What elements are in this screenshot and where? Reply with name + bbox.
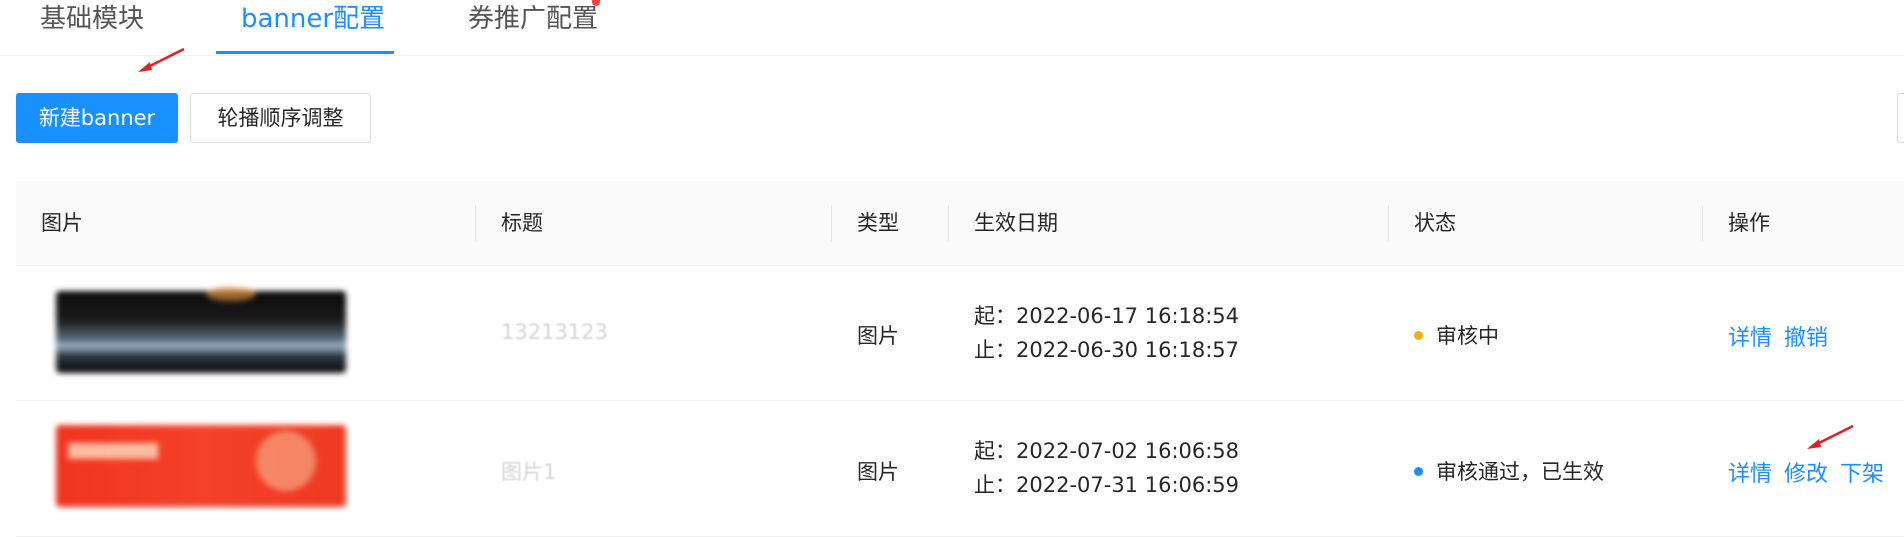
- notification-dot: [592, 0, 600, 6]
- column-header-type: 类型: [857, 211, 899, 235]
- status-text: 审核中: [1436, 324, 1499, 348]
- effective-date-range: 起：2022-07-02 16:06:58 止：2022-07-31 16:06…: [974, 434, 1239, 502]
- status-text: 审核通过，已生效: [1436, 460, 1604, 484]
- annotation-arrow-icon: [138, 47, 185, 72]
- tab-coupon-promo-config[interactable]: 券推广配置: [468, 0, 598, 54]
- start-date: 起：2022-07-02 16:06:58: [974, 439, 1240, 463]
- banner-title: 13213123: [501, 320, 608, 344]
- column-divider: [1388, 205, 1389, 241]
- take-down-link[interactable]: 下架: [1840, 456, 1884, 488]
- active-tab-indicator: [216, 51, 394, 54]
- table-header: 图片 标题 类型 生效日期 状态 操作: [16, 181, 1904, 266]
- detail-link[interactable]: 详情: [1728, 456, 1772, 488]
- tab-bar: 基础模块 banner配置 券推广配置: [0, 0, 1904, 56]
- annotation-arrow-icon: [1807, 424, 1854, 449]
- carousel-order-button[interactable]: 轮播顺序调整: [190, 93, 371, 143]
- column-header-title: 标题: [501, 211, 543, 235]
- edit-link[interactable]: 修改: [1784, 456, 1828, 488]
- banner-thumbnail: [56, 425, 346, 507]
- column-header-actions: 操作: [1728, 211, 1770, 235]
- status-dot: [1414, 467, 1423, 476]
- tab-banner-config[interactable]: banner配置: [241, 0, 385, 54]
- column-divider: [475, 205, 476, 241]
- column-header-status: 状态: [1414, 211, 1456, 235]
- column-divider: [1702, 205, 1703, 241]
- revoke-link[interactable]: 撤销: [1784, 320, 1828, 352]
- start-date: 起：2022-06-17 16:18:54: [974, 304, 1240, 328]
- column-header-effective-date: 生效日期: [974, 211, 1058, 235]
- banner-title: 图片1: [501, 460, 557, 484]
- detail-link[interactable]: 详情: [1728, 320, 1772, 352]
- column-header-image: 图片: [41, 211, 83, 235]
- tab-basic-modules[interactable]: 基础模块: [40, 0, 144, 54]
- banner-type: 图片: [857, 460, 899, 484]
- end-date: 止：2022-07-31 16:06:59: [974, 473, 1240, 497]
- status-dot: [1414, 331, 1423, 340]
- end-date: 止：2022-06-30 16:18:57: [974, 338, 1240, 362]
- banner-thumbnail: [56, 287, 346, 373]
- column-divider: [831, 205, 832, 241]
- column-divider: [948, 205, 949, 241]
- banner-type: 图片: [857, 324, 899, 348]
- table-row: 图片1 图片 起：2022-07-02 16:06:58 止：2022-07-3…: [16, 401, 1904, 537]
- new-banner-button[interactable]: 新建banner: [16, 93, 178, 143]
- partial-button[interactable]: [1897, 93, 1904, 143]
- table-row: 13213123 图片 起：2022-06-17 16:18:54 止：2022…: [16, 265, 1904, 401]
- effective-date-range: 起：2022-06-17 16:18:54 止：2022-06-30 16:18…: [974, 299, 1239, 367]
